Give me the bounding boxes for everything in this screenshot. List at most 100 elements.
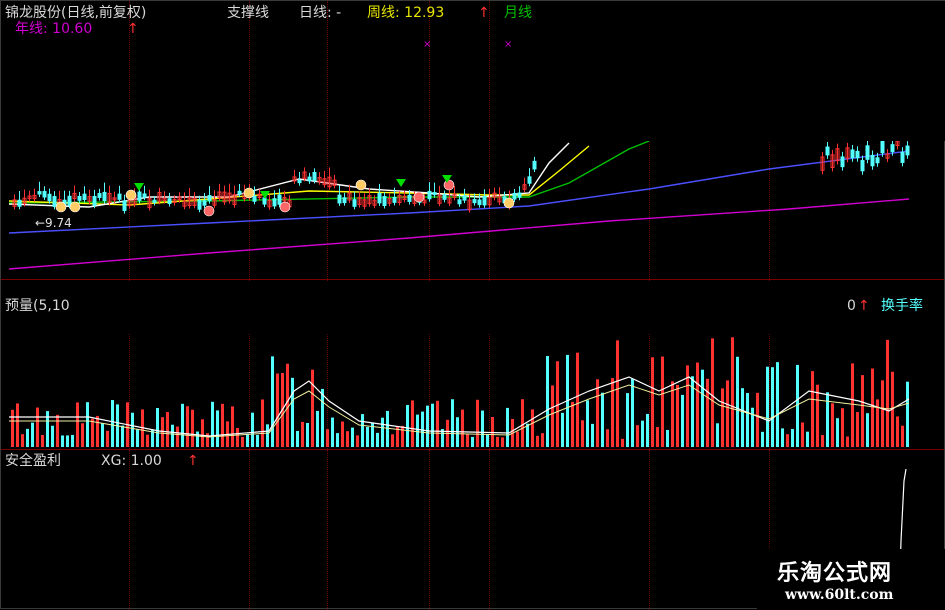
- candle-body: [427, 190, 432, 200]
- volume-bar: [136, 429, 139, 447]
- site-watermark: 乐淘公式网 www.60lt.com: [757, 549, 945, 610]
- volume-bar: [886, 339, 889, 447]
- volume-bar: [261, 399, 264, 447]
- candle-body: [457, 199, 462, 205]
- volume-bar: [741, 388, 744, 447]
- marker-x-icon: ×: [504, 39, 512, 50]
- volume-bar: [311, 369, 314, 447]
- volume-bar: [666, 429, 669, 447]
- candle-body: [82, 193, 87, 200]
- volume-bar: [216, 410, 219, 447]
- candle-body: [825, 146, 830, 156]
- volume-bar: [581, 420, 584, 447]
- volume-bar: [521, 399, 524, 447]
- volume-bar: [841, 408, 844, 447]
- volume-bar: [196, 431, 199, 447]
- volume-bar: [866, 413, 869, 447]
- volume-bar: [486, 434, 489, 447]
- daily-line-label: 日线: -: [299, 5, 342, 21]
- volume-up-arrow: ↑: [858, 298, 870, 314]
- volume-bar: [421, 411, 424, 447]
- volume-bar: [546, 356, 549, 447]
- volume-bar: [781, 428, 784, 447]
- volume-bar: [276, 373, 279, 447]
- volume-bar: [166, 412, 169, 447]
- volume-bar: [861, 375, 864, 447]
- volume-bar: [266, 424, 269, 447]
- volume-bar: [26, 428, 29, 447]
- monthly-line-label: 月线: [504, 5, 532, 21]
- volume-bar: [21, 434, 24, 447]
- volume-bar: [471, 436, 474, 447]
- volume-bar: [56, 414, 59, 447]
- volume-bar: [801, 422, 804, 447]
- volume-bar: [481, 410, 484, 447]
- volume-bar: [551, 385, 554, 447]
- volume-bar: [106, 430, 109, 447]
- volume-bar: [476, 399, 479, 447]
- volume-bar: [406, 404, 409, 447]
- indicator-panel-title: 安全盈利: [5, 453, 61, 469]
- signal-badge-icon: [125, 189, 137, 201]
- volume-bar: [391, 434, 394, 447]
- volume-bar: [771, 367, 774, 447]
- volume-bar: [661, 356, 664, 447]
- volume-bar: [681, 394, 684, 447]
- volume-bar: [381, 417, 384, 447]
- candle-body: [840, 156, 845, 168]
- volume-bar: [291, 377, 294, 447]
- volume-bar: [51, 425, 54, 447]
- candle-body: [337, 194, 342, 204]
- volume-bar: [336, 433, 339, 447]
- volume-bar: [761, 431, 764, 447]
- candle-body: [297, 179, 302, 184]
- volume-bar: [111, 400, 114, 447]
- volume-bar: [251, 412, 254, 447]
- volume-bar: [271, 356, 274, 447]
- volume-bar: [646, 413, 649, 447]
- panel-divider: [1, 279, 944, 280]
- candle-body: [855, 150, 860, 159]
- candle-body: [527, 176, 532, 184]
- volume-bar: [621, 438, 624, 447]
- volume-bar: [641, 420, 644, 447]
- volume-bar: [416, 414, 419, 447]
- volume-bar: [711, 338, 714, 447]
- volume-bar: [411, 400, 414, 447]
- candle-body: [42, 190, 47, 198]
- volume-bar: [701, 369, 704, 447]
- redacted-region: [99, 281, 844, 333]
- volume-bar: [156, 407, 159, 447]
- volume-bar: [696, 362, 699, 447]
- volume-panel-title: 预量(5,10: [5, 298, 70, 314]
- candle-body: [92, 195, 97, 206]
- candle-body: [432, 192, 437, 196]
- volume-bar: [366, 426, 369, 447]
- candle-body: [462, 195, 467, 201]
- volume-bar: [326, 429, 329, 447]
- volume-bar: [756, 392, 759, 447]
- candle-body: [277, 194, 282, 205]
- volume-bar: [61, 435, 64, 447]
- volume-bar: [591, 423, 594, 447]
- volume-bar: [881, 380, 884, 447]
- volume-bar: [536, 435, 539, 447]
- candle-body: [477, 199, 482, 206]
- volume-bar: [96, 415, 99, 447]
- volume-bar: [676, 384, 679, 447]
- stock-chart-window: × × 锦龙股份(日线,前复权) 支撑线 日线: - 周线: 12.93 ↑ 月线…: [0, 0, 945, 610]
- candle-body: [860, 160, 865, 172]
- candle-body: [207, 195, 212, 202]
- candle-body: [272, 198, 277, 207]
- volume-bar: [816, 384, 819, 447]
- candle-body: [167, 198, 172, 205]
- volume-bar: [221, 403, 224, 447]
- candle-body: [392, 197, 397, 203]
- volume-bar: [41, 434, 44, 447]
- volume-bar: [611, 378, 614, 447]
- volume-bar: [101, 423, 104, 447]
- candle-body: [52, 196, 57, 207]
- candle-body: [900, 151, 905, 163]
- candle-body: [442, 194, 447, 200]
- volume-bar: [501, 437, 504, 447]
